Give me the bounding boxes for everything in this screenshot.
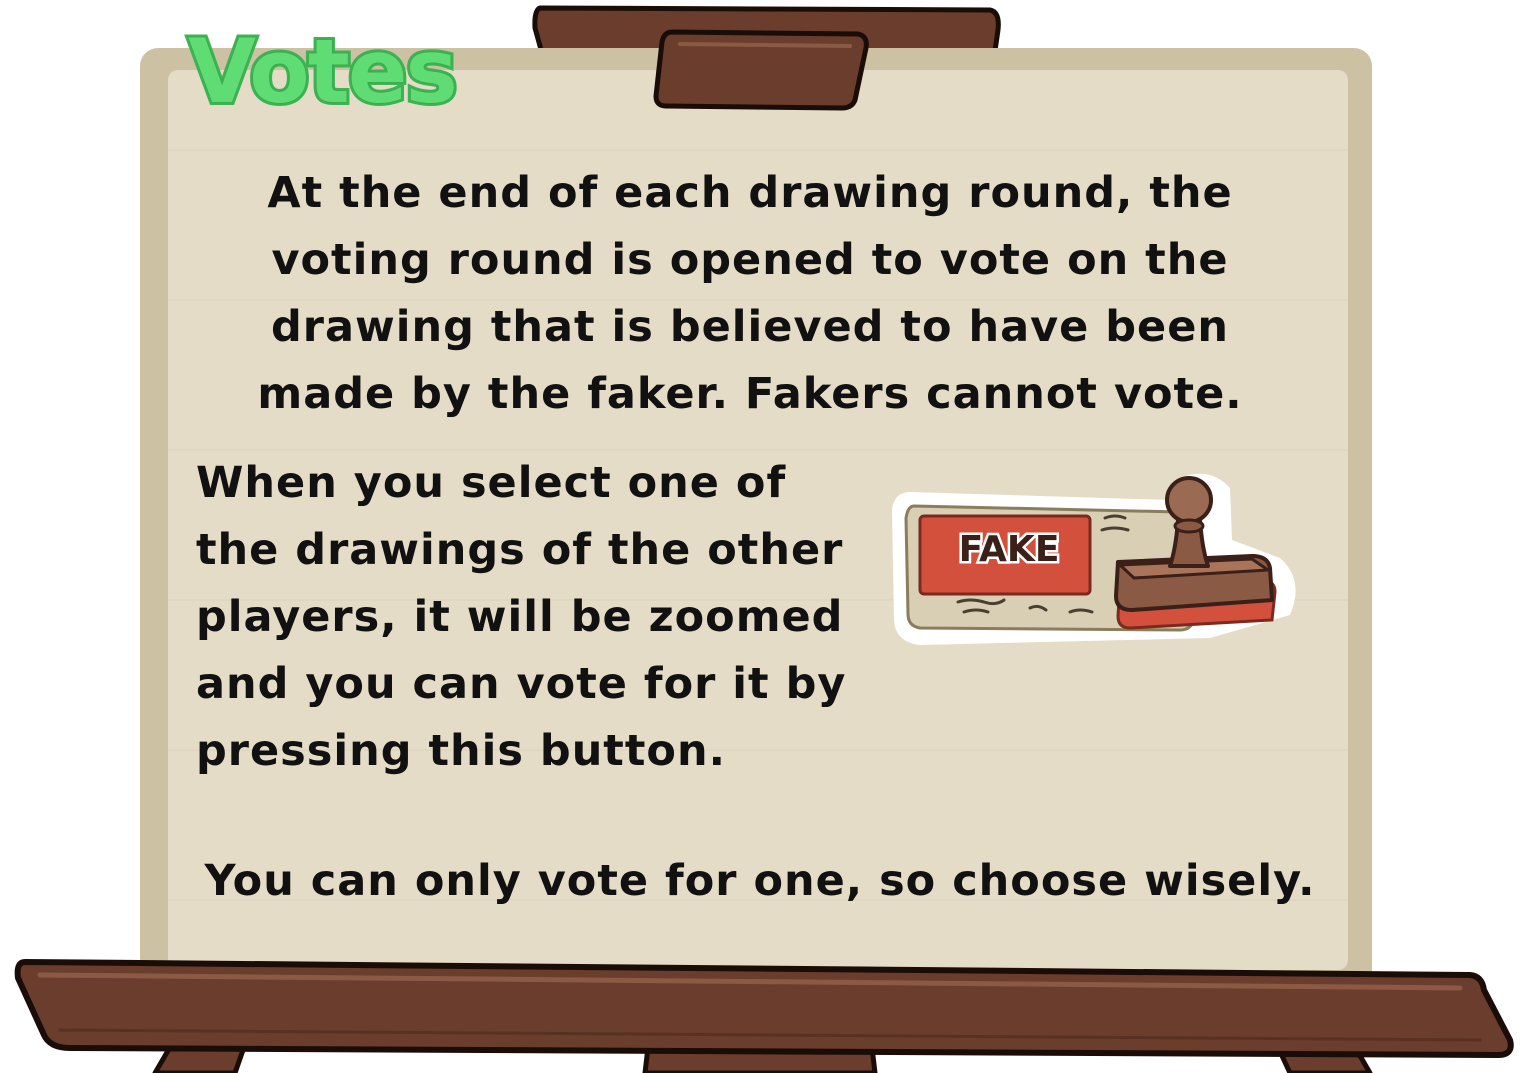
board-title: Votes (185, 19, 461, 125)
fake-vote-button[interactable]: FAKE (880, 470, 1300, 650)
voting-intro-paragraph: At the end of each drawing round, the vo… (257, 168, 1243, 419)
tutorial-board-scene: Votes At the end of each drawing round, … (0, 0, 1520, 1073)
vote-limit-note: You can only vote for one, so choose wis… (204, 856, 1316, 906)
vote-instructions-paragraph: When you select one of the drawings of t… (196, 458, 847, 776)
fake-button-label: FAKE (956, 527, 1062, 572)
